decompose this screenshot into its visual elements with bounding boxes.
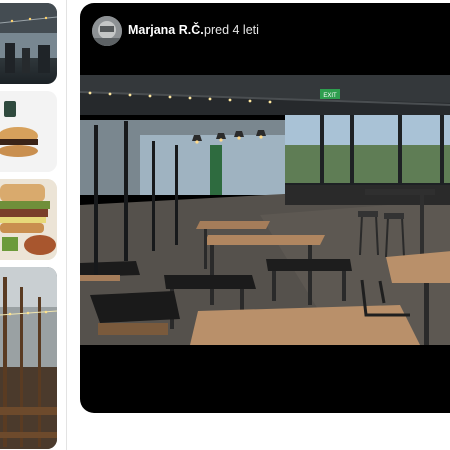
thumbnail-terrace[interactable] [0, 267, 57, 449]
thumbnail-sandwich-image [0, 179, 57, 260]
photo-thumbnail-strip [0, 0, 58, 450]
restaurant-interior-image: EXIT [80, 75, 450, 345]
thumbnail-restaurant-interior[interactable] [0, 3, 57, 84]
thumbnail-sandwich[interactable] [0, 179, 57, 260]
avatar-photo-icon [92, 16, 122, 46]
review-timestamp: pred 4 leti [204, 23, 259, 37]
header-separator: · [195, 22, 199, 36]
panel-divider [66, 0, 67, 450]
thumbnail-burger[interactable] [0, 91, 57, 172]
thumbnail-restaurant-interior-image [0, 3, 57, 73]
avatar[interactable] [92, 16, 122, 46]
thumbnail-burger-image [0, 91, 57, 172]
review-photo-card[interactable]: Marjana R.Č. · pred 4 leti EXIT [80, 3, 450, 413]
thumbnail-terrace-image [0, 267, 57, 449]
restaurant-interior-photo: EXIT [80, 75, 450, 345]
review-author-name[interactable]: Marjana R.Č. [128, 23, 204, 37]
review-header: Marjana R.Č. · pred 4 leti [80, 3, 450, 75]
exit-sign-text: EXIT [323, 93, 337, 99]
